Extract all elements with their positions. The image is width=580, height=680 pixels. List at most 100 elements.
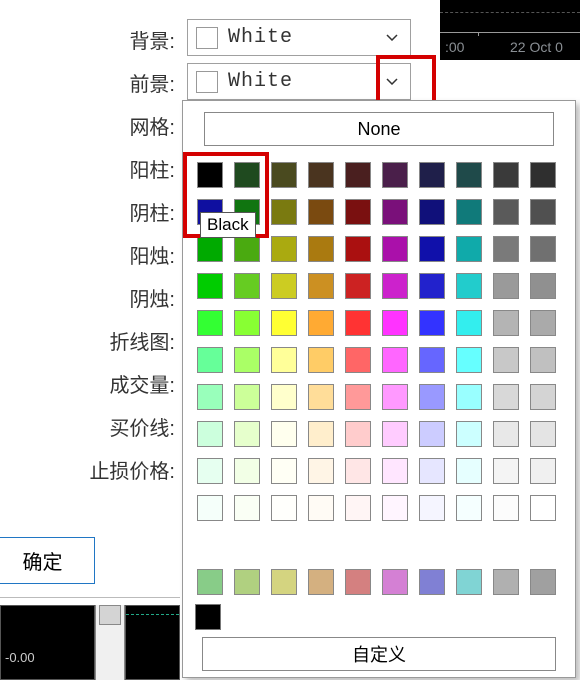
- color-swatch[interactable]: [191, 267, 228, 304]
- color-swatch[interactable]: [265, 378, 302, 415]
- color-swatch[interactable]: [302, 304, 339, 341]
- color-swatch[interactable]: [524, 156, 561, 193]
- color-swatch[interactable]: [339, 304, 376, 341]
- color-swatch[interactable]: [413, 156, 450, 193]
- custom-color-button[interactable]: 自定义: [202, 637, 556, 671]
- color-swatch[interactable]: [339, 415, 376, 452]
- color-swatch[interactable]: [376, 452, 413, 489]
- color-swatch[interactable]: [376, 156, 413, 193]
- color-swatch[interactable]: [487, 230, 524, 267]
- color-swatch[interactable]: [228, 267, 265, 304]
- color-swatch[interactable]: [191, 452, 228, 489]
- color-swatch[interactable]: [376, 415, 413, 452]
- color-swatch[interactable]: [265, 267, 302, 304]
- color-swatch[interactable]: [413, 304, 450, 341]
- color-swatch[interactable]: [302, 230, 339, 267]
- color-swatch[interactable]: [339, 230, 376, 267]
- color-swatch[interactable]: [376, 489, 413, 526]
- color-swatch[interactable]: [376, 193, 413, 230]
- color-swatch[interactable]: [413, 489, 450, 526]
- color-swatch[interactable]: [228, 378, 265, 415]
- color-swatch[interactable]: [265, 415, 302, 452]
- color-swatch[interactable]: [339, 193, 376, 230]
- color-swatch[interactable]: [413, 230, 450, 267]
- color-swatch[interactable]: [302, 489, 339, 526]
- color-swatch[interactable]: [487, 378, 524, 415]
- color-swatch[interactable]: [191, 563, 228, 600]
- color-swatch[interactable]: [524, 452, 561, 489]
- color-swatch[interactable]: [191, 304, 228, 341]
- color-swatch[interactable]: [450, 563, 487, 600]
- color-swatch[interactable]: [413, 341, 450, 378]
- color-swatch[interactable]: [487, 452, 524, 489]
- color-swatch[interactable]: [487, 304, 524, 341]
- color-swatch[interactable]: [228, 452, 265, 489]
- color-swatch[interactable]: [265, 341, 302, 378]
- color-swatch[interactable]: [265, 193, 302, 230]
- color-swatch[interactable]: [376, 563, 413, 600]
- color-swatch[interactable]: [450, 304, 487, 341]
- color-swatch[interactable]: [191, 156, 228, 193]
- color-swatch[interactable]: [302, 378, 339, 415]
- color-swatch[interactable]: [339, 267, 376, 304]
- background-color-selector[interactable]: White: [187, 19, 411, 56]
- color-swatch[interactable]: [302, 193, 339, 230]
- color-swatch[interactable]: [524, 489, 561, 526]
- color-swatch[interactable]: [524, 193, 561, 230]
- color-swatch[interactable]: [265, 489, 302, 526]
- color-swatch[interactable]: [376, 304, 413, 341]
- color-swatch[interactable]: [524, 230, 561, 267]
- color-swatch[interactable]: [302, 452, 339, 489]
- color-swatch[interactable]: [413, 378, 450, 415]
- color-swatch[interactable]: [302, 156, 339, 193]
- color-swatch[interactable]: [450, 415, 487, 452]
- color-swatch[interactable]: [487, 489, 524, 526]
- color-swatch[interactable]: [265, 304, 302, 341]
- color-swatch[interactable]: [524, 341, 561, 378]
- color-swatch[interactable]: [302, 341, 339, 378]
- vertical-scrollbar[interactable]: [95, 605, 125, 680]
- color-swatch[interactable]: [524, 563, 561, 600]
- color-swatch[interactable]: [339, 452, 376, 489]
- color-swatch[interactable]: [524, 415, 561, 452]
- color-swatch[interactable]: [487, 341, 524, 378]
- color-swatch[interactable]: [524, 267, 561, 304]
- color-swatch[interactable]: [191, 489, 228, 526]
- color-swatch[interactable]: [228, 156, 265, 193]
- color-swatch[interactable]: [265, 452, 302, 489]
- color-swatch[interactable]: [228, 304, 265, 341]
- color-swatch[interactable]: [228, 563, 265, 600]
- color-swatch[interactable]: [450, 267, 487, 304]
- color-swatch[interactable]: [265, 563, 302, 600]
- color-swatch[interactable]: [413, 415, 450, 452]
- color-swatch[interactable]: [450, 378, 487, 415]
- color-swatch[interactable]: [191, 341, 228, 378]
- color-swatch[interactable]: [413, 452, 450, 489]
- background-dropdown-button[interactable]: [376, 22, 408, 53]
- color-swatch[interactable]: [450, 341, 487, 378]
- color-swatch[interactable]: [413, 267, 450, 304]
- color-swatch[interactable]: [413, 563, 450, 600]
- color-swatch[interactable]: [450, 452, 487, 489]
- color-swatch[interactable]: [450, 230, 487, 267]
- color-swatch[interactable]: [450, 156, 487, 193]
- color-swatch[interactable]: [339, 341, 376, 378]
- color-swatch[interactable]: [450, 193, 487, 230]
- ok-button[interactable]: 确定: [0, 537, 95, 584]
- color-swatch[interactable]: [376, 378, 413, 415]
- none-color-button[interactable]: None: [204, 112, 554, 146]
- color-swatch[interactable]: [413, 193, 450, 230]
- color-swatch[interactable]: [265, 156, 302, 193]
- color-swatch[interactable]: [191, 378, 228, 415]
- color-swatch[interactable]: [487, 267, 524, 304]
- color-swatch[interactable]: [376, 267, 413, 304]
- color-swatch[interactable]: [376, 341, 413, 378]
- color-swatch[interactable]: [302, 267, 339, 304]
- color-swatch[interactable]: [487, 415, 524, 452]
- color-swatch[interactable]: [487, 193, 524, 230]
- color-swatch[interactable]: [487, 563, 524, 600]
- color-swatch[interactable]: [450, 489, 487, 526]
- foreground-color-selector[interactable]: White: [187, 63, 411, 100]
- color-swatch[interactable]: [339, 489, 376, 526]
- color-swatch[interactable]: [524, 304, 561, 341]
